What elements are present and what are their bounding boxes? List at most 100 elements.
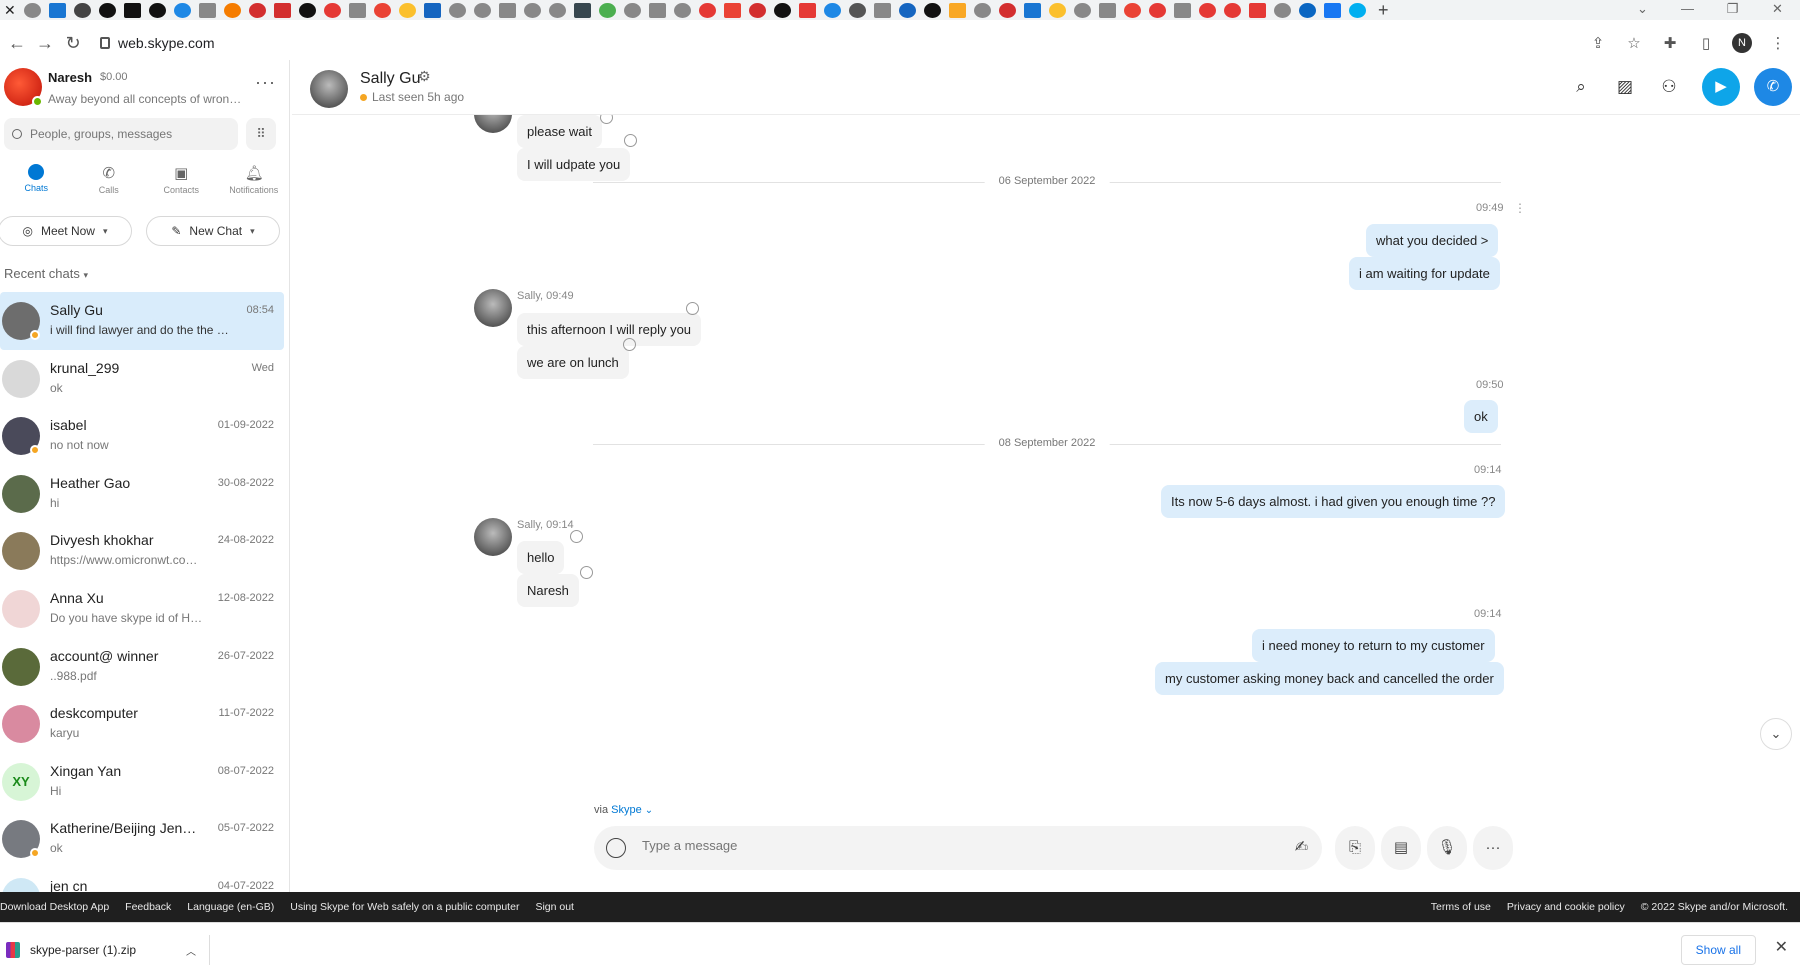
dialpad-icon[interactable]: ⠿ xyxy=(246,118,276,150)
video-call-button[interactable]: ▶ xyxy=(1702,68,1740,106)
pinned-tab-favicon[interactable] xyxy=(174,2,191,18)
pinned-tab-favicon[interactable] xyxy=(74,2,91,18)
footer-link[interactable]: Language (en-GB) xyxy=(187,901,274,913)
pinned-tab-favicon[interactable] xyxy=(999,2,1016,18)
chevron-up-icon[interactable]: ︿ xyxy=(186,943,196,958)
pinned-tab-favicon[interactable] xyxy=(24,2,41,18)
chat-list-item[interactable]: isabel no not now 01-09-2022 xyxy=(0,407,290,465)
emoji-icon[interactable] xyxy=(606,838,626,858)
pinned-tab-favicon[interactable] xyxy=(724,2,741,18)
show-all-button[interactable]: Show all xyxy=(1680,935,1756,965)
pinned-tab-favicon[interactable] xyxy=(974,2,991,18)
skype-credit[interactable]: $0.00 xyxy=(100,71,128,83)
message-bubble[interactable]: i am waiting for update xyxy=(1349,257,1500,290)
reaction-icon[interactable] xyxy=(570,530,583,543)
search-icon[interactable]: ⌕ xyxy=(1570,76,1592,98)
pinned-tab-favicon[interactable] xyxy=(474,2,491,18)
pinned-tab-favicon[interactable] xyxy=(1224,2,1241,18)
tab-calls[interactable]: ✆ Calls xyxy=(73,164,146,204)
pinned-tab-favicon[interactable] xyxy=(274,2,291,18)
pinned-tab-favicon[interactable] xyxy=(399,2,416,18)
more-options-button[interactable]: ··· xyxy=(1473,826,1513,870)
chat-list-item[interactable]: Divyesh khokhar https://www.omicronwt.co…… xyxy=(0,522,290,580)
pinned-tab-favicon[interactable] xyxy=(774,2,791,18)
more-options-icon[interactable]: ··· xyxy=(255,72,276,93)
pinned-tab-favicon[interactable] xyxy=(349,2,366,18)
pinned-tab-favicon[interactable] xyxy=(674,2,691,18)
chevron-down-icon[interactable]: ⌄ xyxy=(645,805,653,816)
pinned-tab-favicon[interactable] xyxy=(1074,2,1091,18)
message-menu-icon[interactable]: ⋮ xyxy=(1514,201,1526,215)
pinned-tab-favicon[interactable] xyxy=(899,2,916,18)
pinned-tab-favicon[interactable] xyxy=(1174,2,1191,18)
recent-chats-header[interactable]: Recent chats ▾ xyxy=(4,266,88,281)
pinned-tab-favicon[interactable] xyxy=(949,2,966,18)
footer-link[interactable]: Feedback xyxy=(125,901,171,913)
pinned-tab-favicon[interactable] xyxy=(99,2,116,18)
attach-file-button[interactable]: ⎘ xyxy=(1335,826,1375,870)
message-bubble[interactable]: please wait xyxy=(517,115,603,148)
close-tab-icon[interactable]: ✕ xyxy=(4,2,18,19)
pinned-tab-favicon[interactable] xyxy=(1274,2,1291,18)
pinned-tab-favicon[interactable] xyxy=(1299,2,1316,18)
message-bubble[interactable]: Its now 5-6 days almost. i had given you… xyxy=(1161,485,1506,518)
message-bubble[interactable]: i need money to return to my customer xyxy=(1252,629,1495,662)
restore-button[interactable]: ❐ xyxy=(1710,0,1755,20)
handwriting-icon[interactable]: ✍ xyxy=(1295,837,1308,857)
pinned-tab-favicon[interactable] xyxy=(49,2,66,18)
tab-chats[interactable]: Chats xyxy=(0,164,73,204)
pinned-tab-favicon[interactable] xyxy=(1099,2,1116,18)
pinned-tab-favicon[interactable] xyxy=(199,2,216,18)
pinned-tab-favicon[interactable] xyxy=(749,2,766,18)
pinned-tab-favicon[interactable] xyxy=(549,2,566,18)
contact-avatar[interactable] xyxy=(310,70,348,108)
footer-link[interactable]: Privacy and cookie policy xyxy=(1507,901,1625,913)
pinned-tab-favicon[interactable] xyxy=(449,2,466,18)
pinned-tab-favicon[interactable] xyxy=(924,2,941,18)
pinned-tab-favicon[interactable] xyxy=(324,2,341,18)
contact-card-button[interactable]: ▤ xyxy=(1381,826,1421,870)
pinned-tab-favicon[interactable] xyxy=(374,2,391,18)
pinned-tab-favicon[interactable] xyxy=(849,2,866,18)
microphone-button[interactable]: 🎙︎ xyxy=(1427,826,1467,870)
message-bubble[interactable]: ok xyxy=(1464,400,1498,433)
message-bubble[interactable]: what you decided > xyxy=(1366,224,1499,257)
footer-link[interactable]: Using Skype for Web safely on a public c… xyxy=(290,901,519,913)
pinned-tab-favicon[interactable] xyxy=(1349,2,1366,18)
pinned-tab-favicon[interactable] xyxy=(799,2,816,18)
contact-name[interactable]: Sally Gu xyxy=(360,70,420,88)
meet-now-button[interactable]: ◎ Meet Now ▾ xyxy=(0,216,132,246)
forward-icon[interactable]: → xyxy=(34,33,56,54)
scroll-to-bottom-button[interactable]: ⌄ xyxy=(1760,718,1792,750)
pinned-tab-favicon[interactable] xyxy=(574,2,591,18)
add-people-icon[interactable]: ⚇ xyxy=(1658,76,1680,98)
pinned-tab-favicon[interactable] xyxy=(1049,2,1066,18)
bookmark-star-icon[interactable]: ☆ xyxy=(1624,34,1644,52)
url-field[interactable]: web.skype.com xyxy=(100,35,214,51)
footer-link[interactable]: Download Desktop App xyxy=(0,901,109,913)
share-icon[interactable]: ⇪ xyxy=(1588,34,1608,52)
close-window-button[interactable]: ✕ xyxy=(1755,0,1800,20)
message-bubble[interactable]: Naresh xyxy=(517,574,579,607)
pinned-tab-favicon[interactable] xyxy=(624,2,641,18)
search-box[interactable] xyxy=(4,118,238,150)
chat-list-item[interactable]: Katherine/Beijing Jen… ok 05-07-2022 xyxy=(0,810,290,868)
pinned-tab-favicon[interactable] xyxy=(149,2,166,18)
pinned-tab-favicon[interactable] xyxy=(649,2,666,18)
profile-avatar[interactable]: N xyxy=(1732,33,1752,53)
reaction-icon[interactable] xyxy=(686,302,699,315)
chat-list-item[interactable]: deskcomputer karyu 11-07-2022 xyxy=(0,695,290,753)
reaction-icon[interactable] xyxy=(600,115,613,124)
chat-list-item[interactable]: account@ winner ..988.pdf 26-07-2022 xyxy=(0,638,290,696)
reload-icon[interactable]: ↻ xyxy=(62,33,84,54)
pinned-tab-favicon[interactable] xyxy=(299,2,316,18)
pinned-tab-favicon[interactable] xyxy=(1324,2,1341,18)
pinned-tab-favicon[interactable] xyxy=(699,2,716,18)
pinned-tab-favicon[interactable] xyxy=(1199,2,1216,18)
pinned-tab-favicon[interactable] xyxy=(874,2,891,18)
message-input[interactable] xyxy=(642,838,1202,853)
pinned-tab-favicon[interactable] xyxy=(824,2,841,18)
pinned-tab-favicon[interactable] xyxy=(424,2,441,18)
new-chat-button[interactable]: ✎ New Chat ▾ xyxy=(146,216,280,246)
minimize-button[interactable]: — xyxy=(1665,0,1710,20)
